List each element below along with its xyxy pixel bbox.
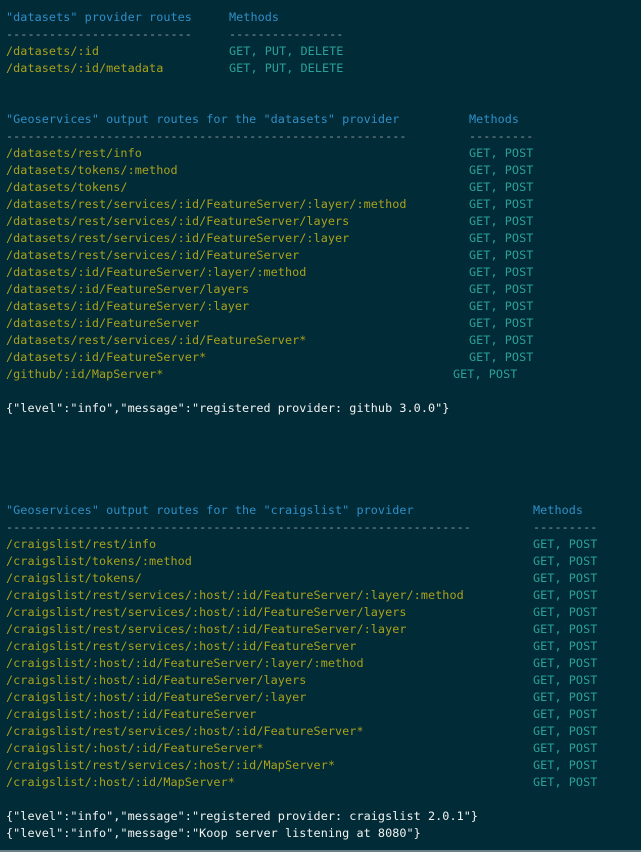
datasets-geoservices-route: /datasets/rest/services/:id/FeatureServe…: [6, 231, 350, 245]
datasets-geoservices-route: /datasets/:id/FeatureServer*: [6, 350, 207, 364]
datasets-provider-route: /datasets/:id/metadata: [6, 61, 164, 75]
craigslist-geoservices-route: /craigslist/tokens/:method: [6, 554, 192, 568]
datasets-provider-methods-divider: ----------------: [229, 27, 344, 41]
craigslist-geoservices-route: /craigslist/rest/services/:host/:id/Feat…: [6, 622, 407, 636]
craigslist-geoservices-route: /craigslist/rest/info: [6, 537, 157, 551]
datasets-geoservices-methods: GET, POST: [469, 214, 534, 228]
craigslist-geoservices-methods: GET, POST: [533, 554, 598, 568]
datasets-geoservices-methods: GET, POST: [469, 299, 534, 313]
datasets-geoservices-route: /datasets/rest/info: [6, 146, 142, 160]
datasets-geoservices-route: /datasets/rest/services/:id/FeatureServe…: [6, 248, 300, 262]
craigslist-geoservices-methods: GET, POST: [533, 724, 598, 738]
craigslist-geoservices-route: /craigslist/:host/:id/FeatureServer: [6, 707, 257, 721]
craigslist-geoservices-route: /craigslist/rest/services/:host/:id/Feat…: [6, 588, 464, 602]
datasets-provider-methods: GET, PUT, DELETE: [229, 44, 344, 58]
craigslist-geoservices-route: /craigslist/rest/services/:host/:id/MapS…: [6, 758, 336, 772]
datasets-geoservices-route: /datasets/tokens/: [6, 180, 128, 194]
datasets-geoservices-methods: GET, POST: [469, 333, 534, 347]
datasets-geoservices-route: /datasets/:id/FeatureServer: [6, 316, 200, 330]
datasets-geoservices-methods-header: Methods: [469, 112, 520, 126]
datasets-geoservices-route: /datasets/rest/services/:id/FeatureServe…: [6, 214, 350, 228]
datasets-geoservices-route: /datasets/:id/FeatureServer/:layer: [6, 299, 250, 313]
craigslist-geoservices-route: /craigslist/rest/services/:host/:id/Feat…: [6, 724, 364, 738]
datasets-geoservices-route: /datasets/rest/services/:id/FeatureServe…: [6, 333, 307, 347]
datasets-provider-header: "datasets" provider routes: [6, 10, 192, 24]
datasets-geoservices-methods: GET, POST: [469, 248, 534, 262]
craigslist-geoservices-methods: GET, POST: [533, 605, 598, 619]
craigslist-geoservices-header: "Geoservices" output routes for the "cra…: [6, 503, 414, 517]
datasets-geoservices-methods: GET, POST: [469, 282, 534, 296]
craigslist-geoservices-methods: GET, POST: [533, 537, 598, 551]
datasets-geoservices-route: /datasets/:id/FeatureServer/:layer/:meth…: [6, 265, 307, 279]
datasets-geoservices-route: /datasets/:id/FeatureServer/layers: [6, 282, 250, 296]
craigslist-geoservices-route: /craigslist/:host/:id/FeatureServer*: [6, 741, 264, 755]
craigslist-geoservices-methods: GET, POST: [533, 758, 598, 772]
datasets-geoservices-methods: GET, POST: [469, 180, 534, 194]
datasets-provider-methods: GET, PUT, DELETE: [229, 61, 344, 75]
craigslist-geoservices-route: /craigslist/rest/services/:host/:id/Feat…: [6, 639, 357, 653]
datasets-geoservices-divider: ----------------------------------------…: [6, 129, 407, 143]
datasets-provider-route: /datasets/:id: [6, 44, 99, 58]
datasets-provider-divider: --------------------------: [6, 27, 192, 41]
craigslist-geoservices-route: /craigslist/rest/services/:host/:id/Feat…: [6, 605, 407, 619]
craigslist-geoservices-methods: GET, POST: [533, 588, 598, 602]
datasets-geoservices-methods: GET, POST: [469, 197, 534, 211]
datasets-geoservices-route: /github/:id/MapServer*: [6, 367, 164, 381]
craigslist-geoservices-methods: GET, POST: [533, 707, 598, 721]
terminal-window: "datasets" provider routes Methods -----…: [0, 0, 641, 852]
craigslist-geoservices-divider: ----------------------------------------…: [6, 520, 471, 534]
craigslist-geoservices-route: /craigslist/:host/:id/MapServer*: [6, 775, 235, 789]
craigslist-geoservices-route: /craigslist/tokens/: [6, 571, 142, 585]
log-github-registered: {"level":"info","message":"registered pr…: [6, 401, 450, 415]
datasets-geoservices-methods: GET, POST: [469, 316, 534, 330]
log-craigslist-registered: {"level":"info","message":"registered pr…: [6, 809, 479, 823]
craigslist-geoservices-methods: GET, POST: [533, 656, 598, 670]
craigslist-geoservices-methods: GET, POST: [533, 673, 598, 687]
datasets-geoservices-methods: GET, POST: [453, 367, 518, 381]
datasets-geoservices-route: /datasets/tokens/:method: [6, 163, 178, 177]
datasets-provider-methods-header: Methods: [229, 10, 280, 24]
craigslist-geoservices-methods: GET, POST: [533, 622, 598, 636]
craigslist-geoservices-methods: GET, POST: [533, 775, 598, 789]
datasets-geoservices-methods: GET, POST: [469, 231, 534, 245]
datasets-geoservices-header: "Geoservices" output routes for the "dat…: [6, 112, 400, 126]
craigslist-geoservices-methods: GET, POST: [533, 571, 598, 585]
datasets-geoservices-methods: GET, POST: [469, 146, 534, 160]
datasets-geoservices-methods-divider: ---------: [469, 129, 534, 143]
craigslist-geoservices-route: /craigslist/:host/:id/FeatureServer/:lay…: [6, 690, 307, 704]
log-server-listening: {"level":"info","message":"Koop server l…: [6, 826, 421, 840]
craigslist-geoservices-route: /craigslist/:host/:id/FeatureServer/:lay…: [6, 656, 364, 670]
craigslist-geoservices-route: /craigslist/:host/:id/FeatureServer/laye…: [6, 673, 307, 687]
craigslist-geoservices-methods-divider: ---------: [533, 520, 598, 534]
craigslist-geoservices-methods: GET, POST: [533, 690, 598, 704]
craigslist-geoservices-methods-header: Methods: [533, 503, 584, 517]
datasets-geoservices-methods: GET, POST: [469, 350, 534, 364]
craigslist-geoservices-methods: GET, POST: [533, 639, 598, 653]
craigslist-geoservices-methods: GET, POST: [533, 741, 598, 755]
datasets-geoservices-methods: GET, POST: [469, 163, 534, 177]
datasets-geoservices-methods: GET, POST: [469, 265, 534, 279]
datasets-geoservices-route: /datasets/rest/services/:id/FeatureServe…: [6, 197, 407, 211]
